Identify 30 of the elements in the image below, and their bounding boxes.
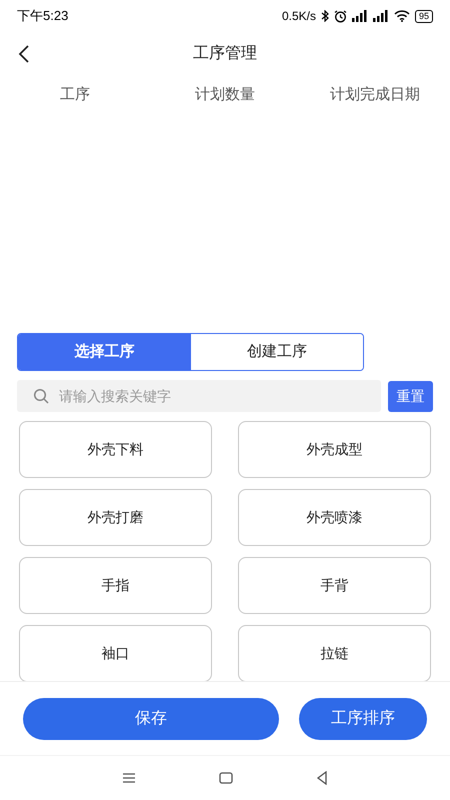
- network-speed: 0.5K/s: [282, 8, 316, 25]
- back-nav-icon[interactable]: [316, 771, 328, 785]
- sort-button[interactable]: 工序排序: [299, 698, 427, 740]
- search-field[interactable]: 请输入搜索关键字: [17, 380, 382, 412]
- process-option[interactable]: 拉链: [238, 625, 431, 681]
- home-icon[interactable]: [218, 772, 233, 784]
- save-button[interactable]: 保存: [23, 698, 279, 740]
- process-option[interactable]: 袖口: [19, 625, 212, 681]
- wifi-icon: [394, 10, 410, 22]
- column-header: 计划数量: [195, 84, 255, 105]
- signal-icon: [372, 10, 389, 22]
- reset-button[interactable]: 重置: [388, 380, 433, 412]
- alarm-icon: [334, 10, 347, 22]
- page-title: 工序管理: [193, 44, 257, 64]
- process-option[interactable]: 手指: [19, 557, 212, 614]
- process-option[interactable]: 手背: [238, 557, 431, 614]
- column-header: 计划完成日期: [330, 84, 420, 105]
- column-header: 工序: [60, 84, 90, 105]
- menu-icon[interactable]: [122, 772, 136, 784]
- back-icon[interactable]: [18, 44, 30, 62]
- process-option[interactable]: 外壳下料: [19, 421, 212, 478]
- bluetooth-icon: [320, 10, 329, 22]
- search-icon: [33, 388, 49, 404]
- battery-indicator: 95: [414, 10, 433, 22]
- process-option[interactable]: 外壳打磨: [19, 489, 212, 546]
- process-option[interactable]: 外壳喷漆: [238, 489, 431, 546]
- process-option[interactable]: 外壳成型: [238, 421, 431, 478]
- status-time: 下午5:23: [17, 7, 68, 26]
- signal-icon: [352, 10, 368, 22]
- tab[interactable]: 选择工序: [18, 334, 190, 370]
